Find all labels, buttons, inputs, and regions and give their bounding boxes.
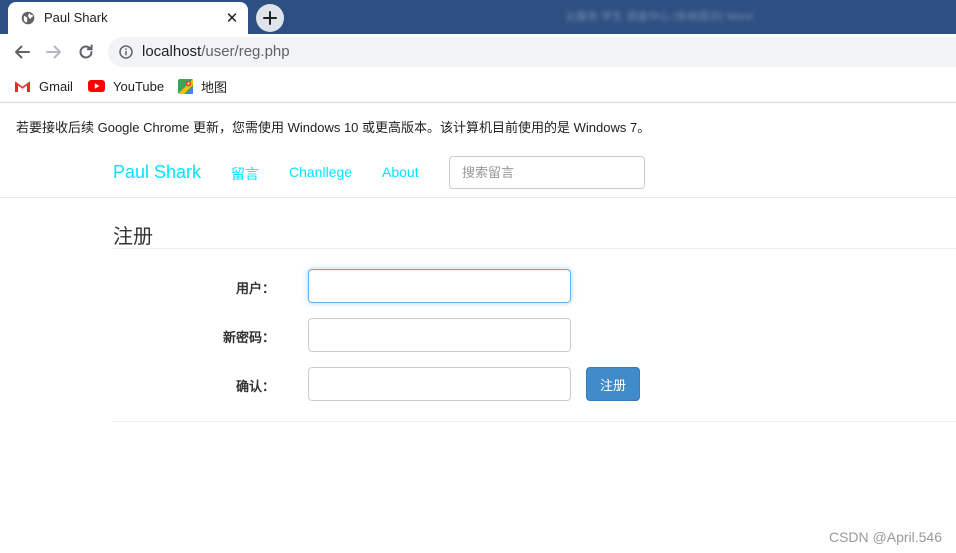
bookmarks-bar: Gmail YouTube 地图 — [0, 70, 956, 102]
tab-title: Paul Shark — [44, 10, 108, 25]
maps-icon — [178, 78, 193, 94]
back-button[interactable] — [11, 41, 33, 63]
site-brand-link[interactable]: Paul Shark — [113, 162, 201, 183]
plus-icon — [263, 11, 277, 25]
username-label: 用户： — [235, 281, 275, 296]
reload-icon — [79, 44, 93, 59]
tab-close-icon[interactable]: ✕ — [223, 9, 241, 27]
new-password-input[interactable] — [308, 318, 571, 352]
browser-tab[interactable]: Paul Shark ✕ — [8, 2, 248, 34]
nav-link-challenge[interactable]: Chanllege — [289, 164, 352, 180]
globe-icon — [21, 11, 35, 25]
form-divider — [113, 421, 956, 422]
confirm-password-label: 确认： — [235, 379, 275, 394]
address-bar[interactable]: localhost/user/reg.php — [108, 37, 956, 67]
browser-titlebar: Paul Shark ✕ 云服务 学生 调查中心 [系统提示] Word — [0, 0, 956, 34]
url-text[interactable]: localhost/user/reg.php — [142, 43, 290, 60]
update-infobar: 若要接收后续 Google Chrome 更新，您需使用 Windows 10 … — [0, 102, 956, 148]
browser-toolbar: localhost/user/reg.php — [0, 34, 956, 70]
page-content: Paul Shark 留言 Chanllege About 注册 用户： 新密码… — [0, 148, 956, 553]
bookmark-label: YouTube — [113, 78, 165, 94]
csdn-watermark: CSDN @April.546 — [828, 529, 942, 545]
site-navbar: Paul Shark 留言 Chanllege About — [0, 148, 956, 198]
bookmark-youtube[interactable]: YouTube — [88, 76, 164, 96]
bookmark-maps[interactable]: 地图 — [178, 76, 227, 96]
new-password-label: 新密码： — [222, 330, 275, 345]
page-title: 注册 — [113, 226, 153, 248]
url-host: localhost — [142, 43, 202, 60]
blurred-titlebar-text: 云服务 学生 调查中心 [系统提示] Word — [565, 11, 753, 22]
page-header: 注册 — [113, 208, 956, 249]
confirm-password-input[interactable] — [308, 367, 571, 401]
bookmark-label: 地图 — [201, 79, 228, 95]
arrow-right-icon — [46, 45, 61, 59]
reload-button[interactable] — [75, 41, 97, 63]
url-path: /user/reg.php — [201, 43, 290, 60]
register-button[interactable]: 注册 — [586, 367, 640, 401]
youtube-icon — [88, 80, 105, 92]
new-tab-button[interactable] — [256, 4, 284, 32]
username-input[interactable] — [308, 269, 571, 303]
gmail-icon — [14, 80, 31, 92]
nav-link-about[interactable]: About — [382, 164, 419, 180]
infobar-message: 若要接收后续 Google Chrome 更新，您需使用 Windows 10 … — [16, 120, 651, 135]
search-messages-input[interactable] — [449, 156, 645, 189]
nav-link-messages[interactable]: 留言 — [231, 164, 259, 184]
bookmark-gmail[interactable]: Gmail — [14, 76, 73, 96]
info-icon[interactable] — [119, 45, 133, 59]
forward-button[interactable] — [43, 41, 65, 63]
arrow-left-icon — [15, 45, 30, 59]
bookmark-label: Gmail — [39, 78, 73, 94]
